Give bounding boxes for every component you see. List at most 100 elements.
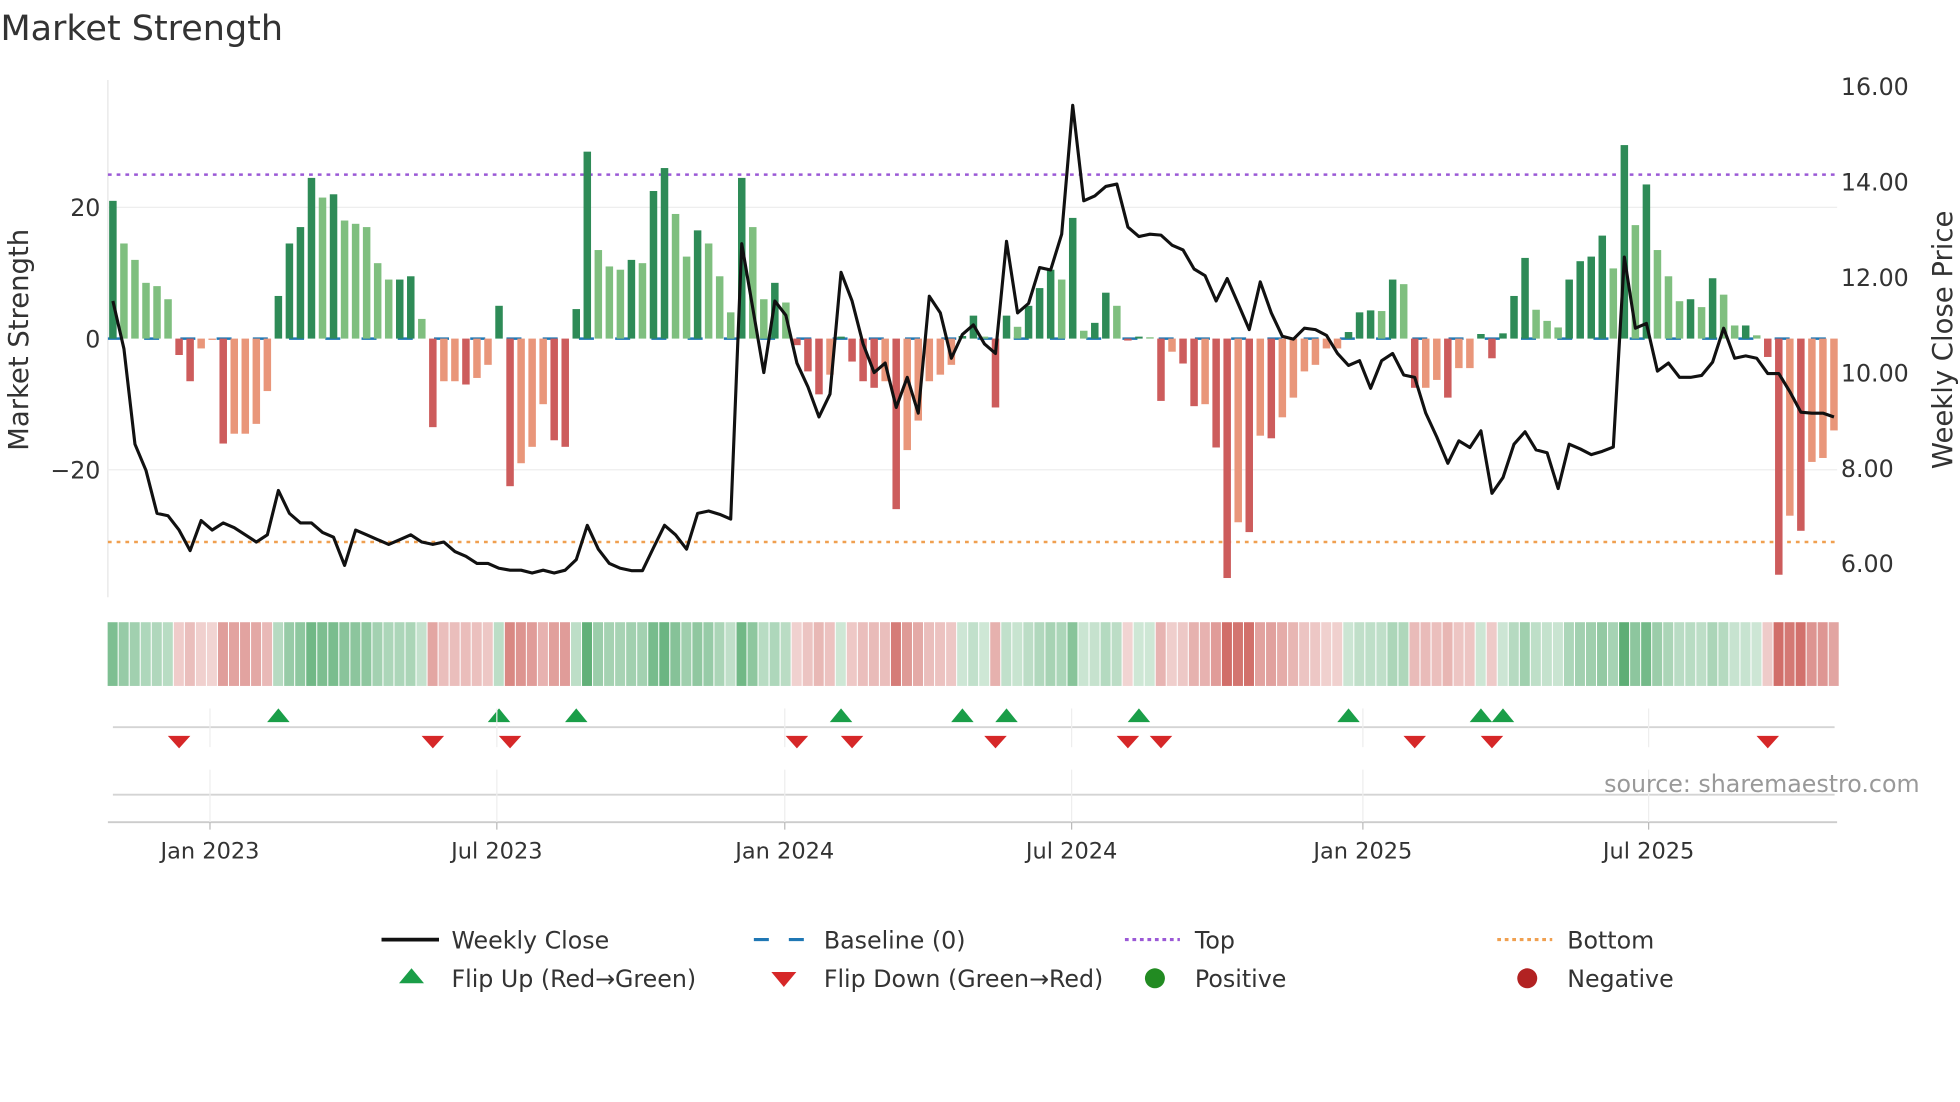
strength-heat-cell	[493, 622, 504, 686]
strength-heat-cell	[262, 622, 273, 686]
strength-heat-cell	[548, 622, 559, 686]
strength-bar	[407, 276, 415, 339]
x-tick-label: Jul 2025	[1601, 838, 1694, 864]
circle-positive-icon	[1144, 968, 1165, 989]
strength-bar	[1488, 338, 1496, 359]
strength-heat-cell	[1685, 622, 1696, 686]
strength-bar	[1190, 338, 1198, 407]
strength-heat-cell	[1762, 622, 1773, 686]
flip-up-marker	[1337, 708, 1360, 723]
strength-bar	[1135, 336, 1143, 339]
strength-heat-cell	[1332, 622, 1343, 686]
strength-heat-cell	[1266, 622, 1277, 686]
strength-bar	[186, 338, 194, 382]
strength-bar	[241, 338, 250, 434]
strength-heat-cell	[1619, 622, 1630, 686]
strength-heat-cell	[946, 622, 957, 686]
strength-bar	[1102, 292, 1110, 339]
strength-bar	[440, 338, 448, 382]
strength-bar	[1223, 338, 1231, 579]
y-tick-label: 20	[70, 194, 100, 222]
flip-up-marker	[995, 708, 1018, 723]
strength-bar	[1499, 333, 1507, 339]
strength-bar	[373, 263, 382, 339]
flip-up-marker	[951, 708, 974, 723]
flip-up-marker	[1127, 708, 1151, 723]
strength-bar	[550, 338, 558, 441]
strength-heat-cell	[1133, 622, 1144, 686]
strength-heat-cell	[1354, 622, 1365, 686]
strength-heat-cell	[990, 622, 1001, 686]
strength-heat-cell	[1277, 622, 1288, 686]
strength-bar	[605, 266, 614, 339]
strength-bar	[1091, 322, 1099, 339]
strength-bar	[1168, 338, 1176, 352]
strength-heat-cell	[526, 622, 537, 686]
strength-bar	[660, 168, 669, 339]
strength-heat-cell	[405, 622, 416, 686]
strength-heat-cell	[1243, 622, 1254, 686]
source-annotation: source: sharemaestro.com	[1604, 770, 1919, 798]
y2-tick-label: 8.00	[1841, 455, 1894, 483]
strength-heat-cell	[1343, 622, 1354, 686]
strength-heat-cell	[979, 622, 990, 686]
strength-bar	[583, 151, 592, 339]
strength-heat-cell	[1177, 622, 1188, 686]
strength-heat-cell	[736, 622, 747, 686]
strength-bar	[760, 299, 768, 339]
strength-heat-cell	[1806, 622, 1817, 686]
strength-bar	[340, 220, 349, 339]
strength-bar	[671, 213, 680, 339]
y-axis-label: Market Strength	[3, 229, 35, 451]
flip-up-marker	[565, 708, 588, 723]
flip-down-marker	[1116, 735, 1140, 749]
strength-bar	[1455, 338, 1463, 369]
strength-heat-cell	[648, 622, 659, 686]
strength-bar	[804, 338, 812, 372]
strength-heat-cell	[1718, 622, 1729, 686]
strength-heat-cell	[416, 622, 427, 686]
strength-heat-cell	[1398, 622, 1409, 686]
strength-heat-cell	[1210, 622, 1221, 686]
circle-negative-icon	[1517, 968, 1538, 989]
strength-bar	[1730, 325, 1739, 339]
strength-heat-cell	[1122, 622, 1133, 686]
strength-heat-cell	[1453, 622, 1464, 686]
strength-heat-cell	[1221, 622, 1232, 686]
strength-bar	[120, 243, 128, 339]
strength-bar	[506, 338, 514, 487]
strength-bar	[1234, 338, 1242, 523]
strength-heat-cell	[935, 622, 946, 686]
strength-heat-cell	[913, 622, 924, 686]
strength-heat-cell	[1552, 622, 1563, 686]
strength-heat-cell	[1155, 622, 1166, 686]
strength-heat-cell	[1563, 622, 1574, 686]
strength-bar	[1510, 295, 1518, 339]
strength-heat-cell	[769, 622, 780, 686]
strength-bar	[1002, 315, 1011, 339]
legend-label: Negative	[1567, 965, 1673, 993]
strength-heat-cell	[460, 622, 471, 686]
strength-bar	[153, 286, 161, 339]
strength-bar	[142, 282, 150, 339]
strength-heat-cell	[1740, 622, 1751, 686]
strength-heat-cell	[1067, 622, 1078, 686]
strength-bar	[1300, 338, 1309, 372]
strength-heat-cell	[273, 622, 284, 686]
strength-bar	[837, 336, 845, 339]
strength-heat-cell	[1288, 622, 1299, 686]
strength-heat-cell	[1519, 622, 1530, 686]
strength-bar	[285, 243, 294, 339]
flip-up-marker	[267, 708, 290, 723]
y2-tick-label: 6.00	[1841, 550, 1894, 578]
strength-bar	[936, 338, 945, 375]
strength-heat-cell	[118, 622, 129, 686]
strength-bar	[318, 197, 327, 339]
strength-bar	[252, 338, 261, 424]
strength-bar	[1157, 338, 1165, 401]
strength-bar	[1752, 335, 1761, 339]
strength-heat-cell	[582, 622, 593, 686]
strength-bar	[1422, 338, 1430, 388]
flip-down-marker	[785, 735, 809, 749]
strength-heat-cell	[482, 622, 493, 686]
